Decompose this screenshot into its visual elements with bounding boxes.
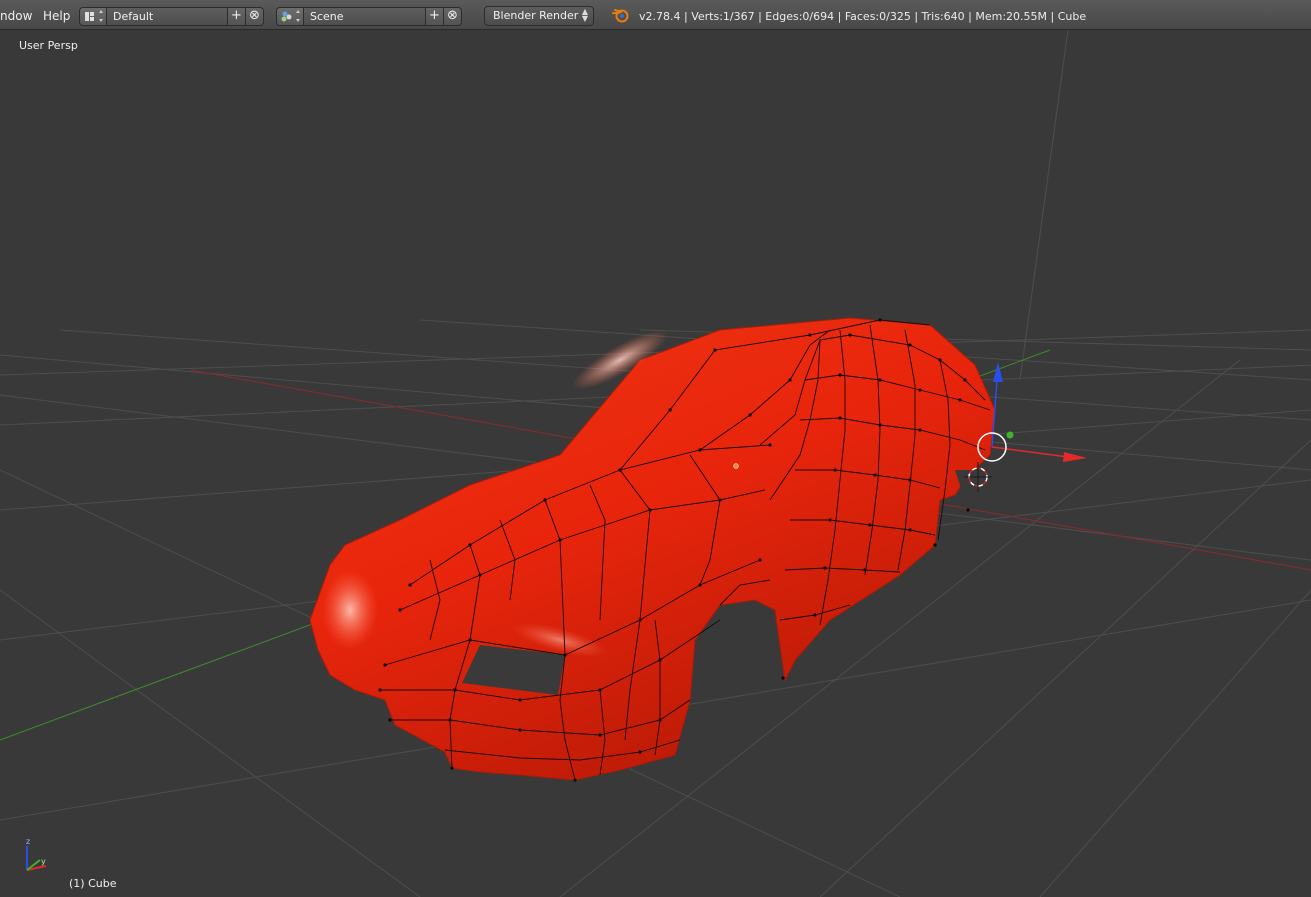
scene-field[interactable]: Scene xyxy=(304,6,426,26)
scene-icon[interactable] xyxy=(276,6,304,26)
rear-gap xyxy=(955,470,990,510)
gizmo-x-arrow[interactable] xyxy=(1063,452,1087,462)
screen-layout-field[interactable]: Default xyxy=(107,6,228,26)
screen-layout-icon[interactable] xyxy=(79,6,107,26)
remove-scene-button[interactable]: ⊗ xyxy=(444,6,462,26)
menu-help[interactable]: Help xyxy=(43,9,70,23)
screen-layout-selector: Default + ⊗ xyxy=(79,6,264,26)
render-engine-label: Blender Render xyxy=(493,9,579,22)
menu-window[interactable]: ndow xyxy=(0,9,32,23)
scene-statistics: v2.78.4 | Verts:1/367 | Edges:0/694 | Fa… xyxy=(639,10,1087,23)
view-label: User Persp xyxy=(19,39,78,52)
hood-highlight xyxy=(322,570,378,650)
car-mesh[interactable] xyxy=(309,317,996,782)
transform-gizmo[interactable] xyxy=(977,362,1087,462)
remove-layout-button[interactable]: ⊗ xyxy=(246,6,264,26)
dropdown-arrows-icon: ▲ ▼ xyxy=(581,7,588,23)
add-scene-button[interactable]: + xyxy=(426,6,444,26)
gizmo-z-arrow[interactable] xyxy=(993,362,1003,382)
scene-selector: Scene + ⊗ xyxy=(276,6,462,26)
axis-orientation-widget: z y xyxy=(26,837,47,871)
3d-viewport[interactable]: z y xyxy=(0,30,1311,897)
gizmo-y-handle[interactable] xyxy=(1006,431,1014,439)
svg-text:y: y xyxy=(41,857,46,866)
active-vertex xyxy=(733,463,739,469)
active-object-label: (1) Cube xyxy=(69,877,117,890)
add-layout-button[interactable]: + xyxy=(228,6,246,26)
svg-text:z: z xyxy=(26,837,30,846)
blender-logo-icon xyxy=(612,9,629,23)
car-body-surface xyxy=(309,317,996,781)
render-engine-dropdown[interactable]: Blender Render ▲ ▼ xyxy=(484,6,594,26)
info-header: ndow Help Default + ⊗ Scene + ⊗ Blender … xyxy=(0,0,1311,30)
